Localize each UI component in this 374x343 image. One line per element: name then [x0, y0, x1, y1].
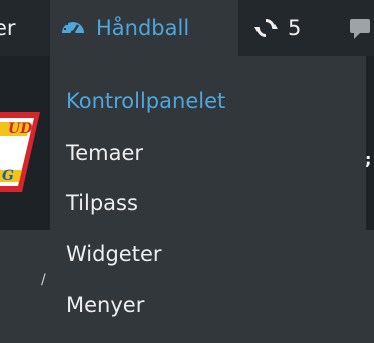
admin-bar: er Håndball 5	[0, 0, 374, 56]
logo-bottom-text: G	[2, 168, 14, 184]
site-name-menu[interactable]: Håndball	[50, 0, 238, 56]
updates-icon	[254, 16, 278, 40]
comment-icon	[348, 13, 370, 43]
left-fragment: /	[41, 272, 46, 288]
menu-item-label: Tilpass	[66, 191, 138, 215]
site-dropdown-menu: Kontrollpanelet Temaer Tilpass Widgeter …	[50, 56, 366, 343]
menu-item-customize[interactable]: Tilpass	[66, 186, 138, 220]
menu-item-label: Kontrollpanelet	[66, 89, 226, 113]
logo-top-text: UD	[8, 121, 33, 137]
dashboard-icon	[60, 15, 86, 41]
updates-count: 5	[288, 16, 302, 40]
partial-item-label: er	[0, 16, 16, 40]
site-name: Håndball	[96, 16, 190, 40]
menu-item-menus[interactable]: Menyer	[66, 288, 144, 322]
admin-bar-partial-item[interactable]: er	[0, 0, 50, 56]
menu-item-label: Menyer	[66, 293, 145, 317]
menu-item-label: Temaer	[66, 141, 144, 165]
updates-menu[interactable]: 5	[238, 0, 348, 56]
menu-item-widgets[interactable]: Widgeter	[66, 237, 162, 271]
site-logo: UD G	[0, 100, 46, 210]
background-right-strip	[366, 56, 374, 230]
menu-item-label: Widgeter	[66, 242, 162, 266]
comments-menu[interactable]	[348, 0, 374, 56]
menu-item-themes[interactable]: Temaer	[66, 136, 143, 170]
menu-item-dashboard[interactable]: Kontrollpanelet	[66, 84, 225, 118]
